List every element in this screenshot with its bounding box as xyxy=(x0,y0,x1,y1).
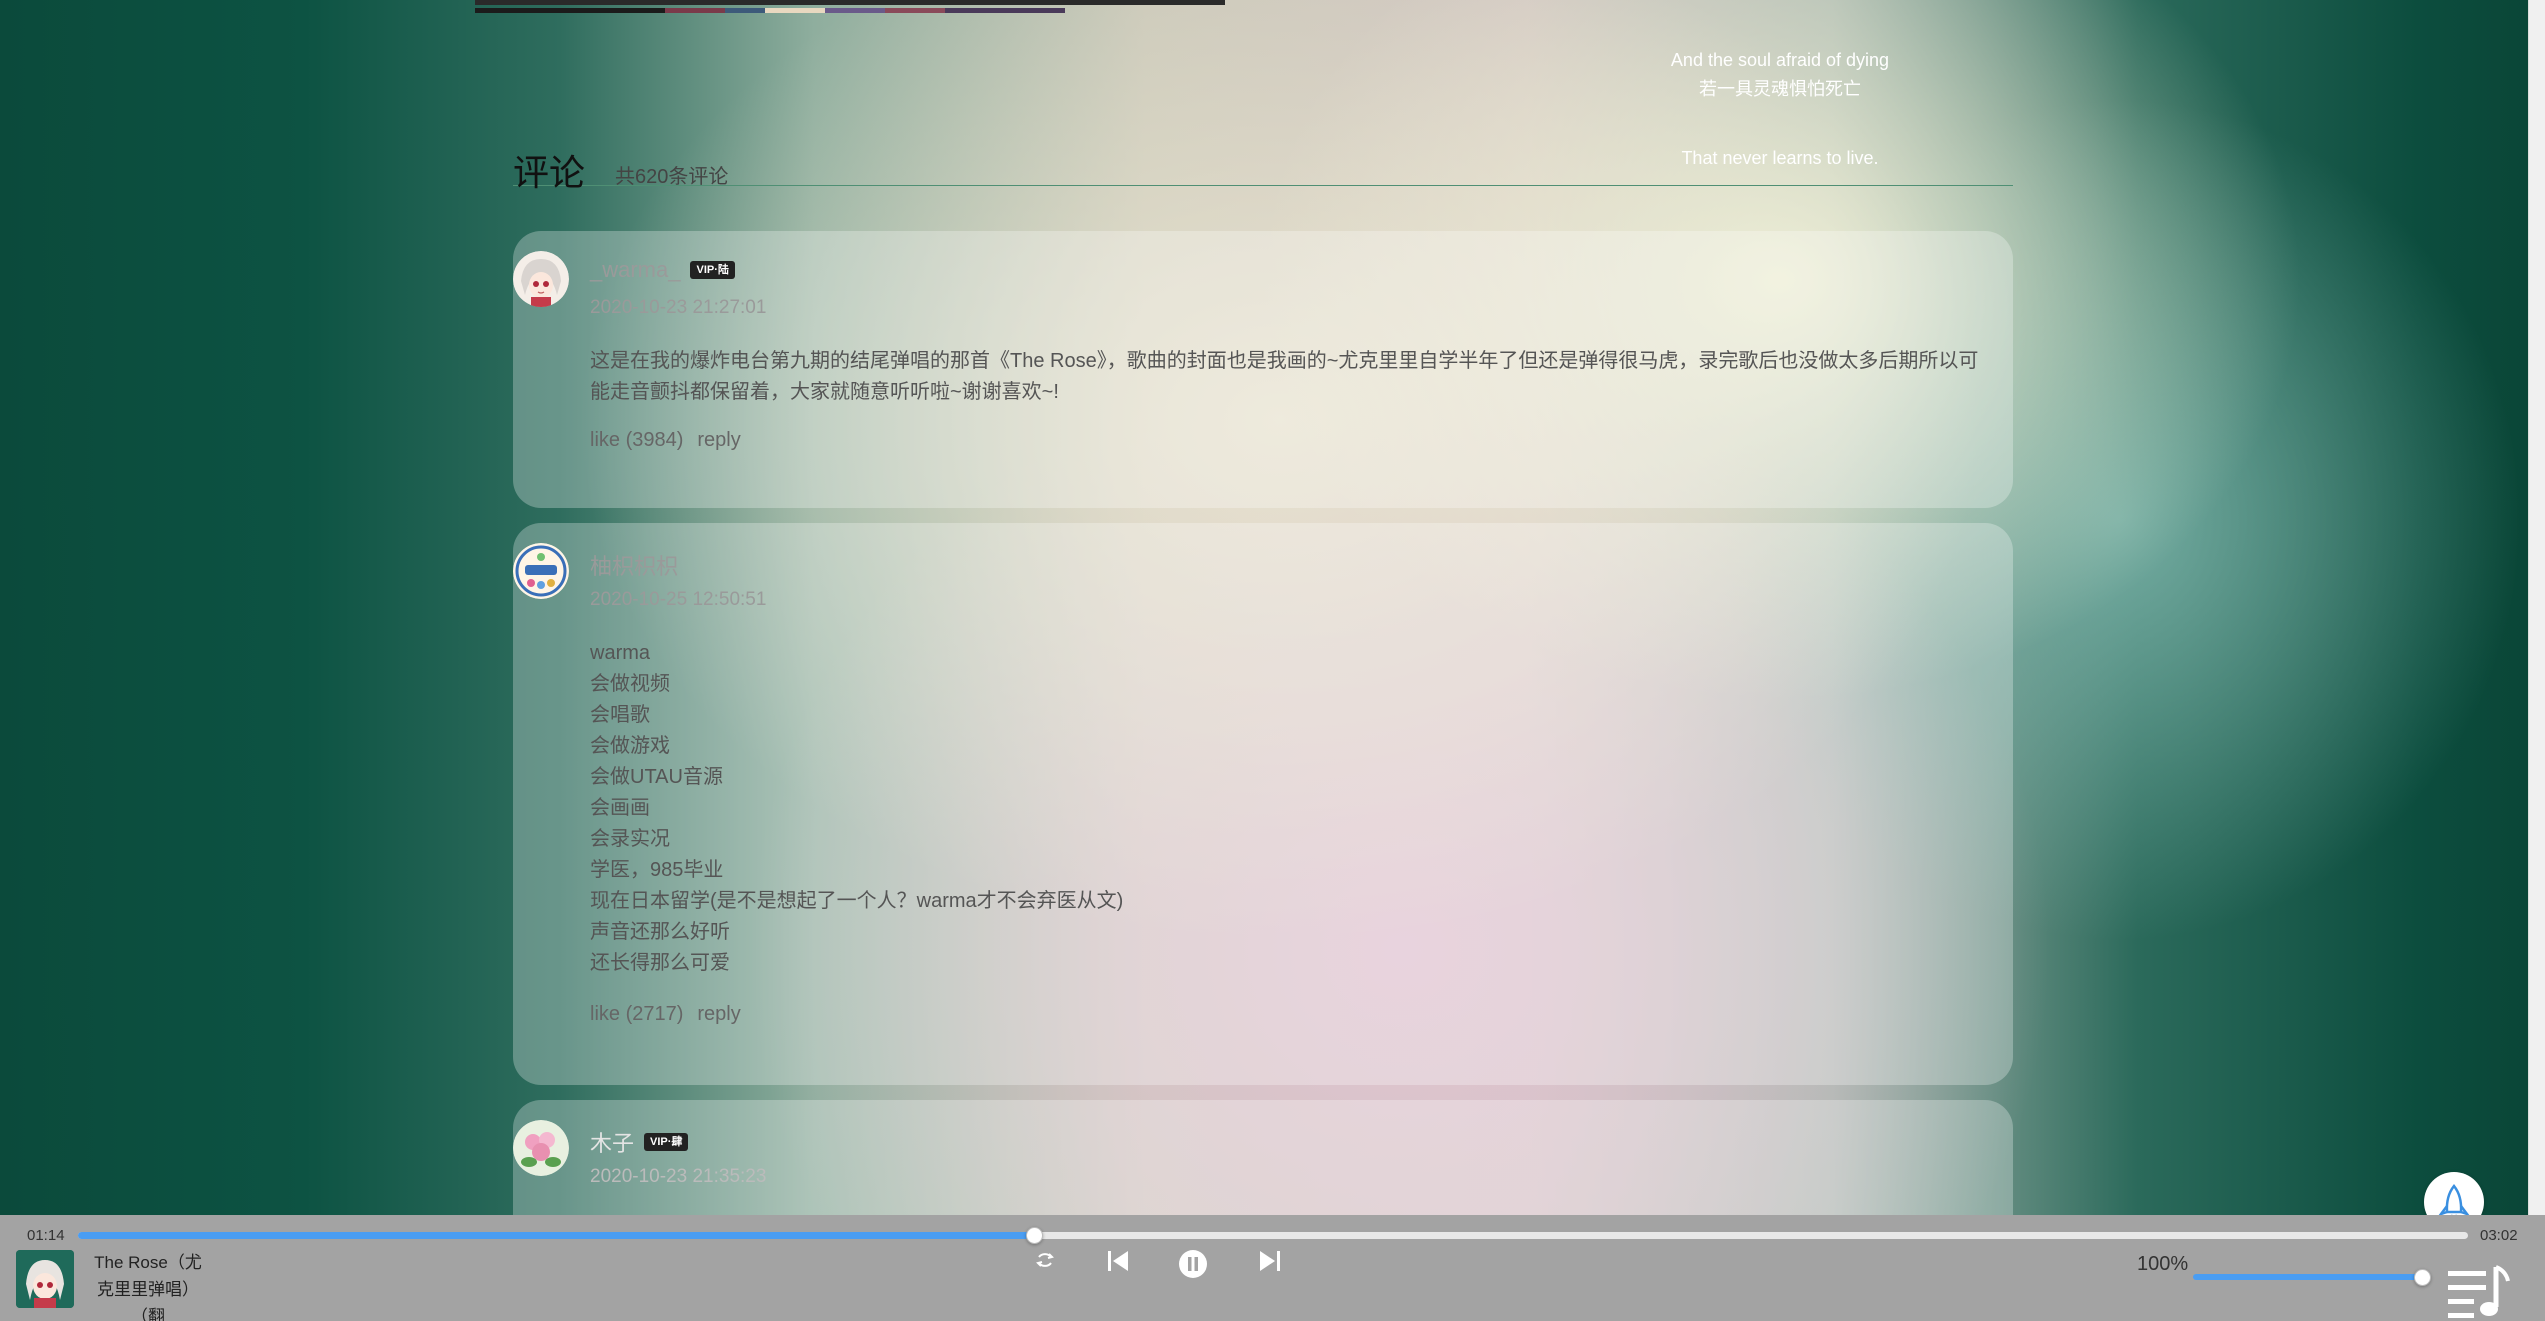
playlist-icon xyxy=(2448,1265,2510,1318)
player-bar: 01:14 03:02 The Rose（尤克里里弹唱）（翻 100% xyxy=(0,1215,2545,1321)
comment-card: 柚枳枳枳 2020-10-25 12:50:51 warma 会做视频会唱歌会做游… xyxy=(513,523,2013,1085)
volume-handle[interactable] xyxy=(2414,1269,2431,1286)
reply-button[interactable]: reply xyxy=(697,429,740,452)
like-button[interactable]: like (3984) xyxy=(590,429,683,452)
comment-username[interactable]: 木子 VIP·肆 xyxy=(590,1126,689,1158)
comment-username[interactable]: _warma_ VIP·陆 xyxy=(590,257,735,283)
cover-strip xyxy=(475,0,1225,13)
comment-line: 声音还那么好听 xyxy=(590,921,730,943)
avatar[interactable] xyxy=(513,251,569,307)
comment-line: 会做游戏 xyxy=(590,735,670,757)
comment-line: 会录实况 xyxy=(590,828,670,850)
comment-line: 会做UTAU音源 xyxy=(590,766,723,788)
like-button[interactable]: like (2717) xyxy=(590,1003,683,1026)
comment-text: warma 会做视频会唱歌会做游戏会做UTAU音源 会画画会录实况学医，985毕业现… xyxy=(590,638,1990,979)
page-scrollbar[interactable] xyxy=(2528,0,2545,1215)
comment-line: 现在日本留学(是不是想起了一个人？warma才不会弃医从文) xyxy=(590,890,1124,912)
comment-card: _warma_ VIP·陆 2020-10-23 21:27:01 这是在我的爆… xyxy=(513,231,2013,508)
playlist-button[interactable] xyxy=(2446,1265,2510,1321)
comments-count: 共620条评论 xyxy=(615,166,729,188)
comments-title: 评论 xyxy=(513,152,586,193)
lyric-line-en: And the soul afraid of dying xyxy=(1670,50,1890,70)
pause-button[interactable] xyxy=(1178,1249,1208,1284)
volume-label: 100% xyxy=(2137,1253,2189,1275)
comment-date: 2020-10-23 21:35:23 xyxy=(590,1166,767,1187)
avatar[interactable] xyxy=(513,1120,569,1176)
comment-line: 会画画 xyxy=(590,797,650,819)
progress-slider[interactable] xyxy=(78,1227,2468,1244)
lyric-line-zh: 若一具灵魂惧怕死亡 xyxy=(1699,79,1861,99)
progress-fill xyxy=(78,1232,1034,1239)
comment-actions: like (3984) reply xyxy=(590,429,741,452)
comment-actions: like (2717) reply xyxy=(590,1003,741,1026)
avatar[interactable] xyxy=(513,543,569,599)
loop-icon xyxy=(1036,1253,1054,1267)
comment-date: 2020-10-23 21:27:01 xyxy=(590,297,767,318)
comment-username[interactable]: 柚枳枳枳 xyxy=(590,549,678,581)
reply-button[interactable]: reply xyxy=(697,1003,740,1026)
total-time: 03:02 xyxy=(2480,1227,2518,1244)
comment-line: 会做视频 xyxy=(590,673,670,695)
comment-card: 木子 VIP·肆 2020-10-23 21:35:23 xyxy=(513,1100,2013,1215)
comment-text: 这是在我的爆炸电台第九期的结尾弹唱的那首《The Rose》，歌曲的封面也是我画… xyxy=(590,350,1979,403)
comment-line: warma xyxy=(590,642,651,664)
vip-badge: VIP·肆 xyxy=(644,1133,689,1151)
vip-badge: VIP·陆 xyxy=(690,261,735,279)
comment-line: 还长得那么可爱 xyxy=(590,952,730,974)
comment-line: 会唱歌 xyxy=(590,704,650,726)
now-playing-title: The Rose（尤克里里弹唱）（翻 xyxy=(94,1253,202,1321)
pause-icon xyxy=(1179,1250,1207,1278)
volume-slider[interactable] xyxy=(2193,1269,2431,1286)
next-button[interactable] xyxy=(1257,1248,1283,1279)
previous-button[interactable] xyxy=(1105,1248,1131,1279)
skip-previous-icon xyxy=(1108,1251,1128,1271)
comments-header: 评论 共620条评论 xyxy=(513,140,2013,193)
now-playing-cover[interactable] xyxy=(16,1250,74,1308)
skip-next-icon xyxy=(1260,1251,1280,1271)
comment-line: 学医，985毕业 xyxy=(590,859,724,881)
comment-date: 2020-10-25 12:50:51 xyxy=(590,589,767,610)
progress-handle[interactable] xyxy=(1026,1227,1043,1244)
loop-button[interactable] xyxy=(1033,1248,1057,1277)
current-time: 01:14 xyxy=(27,1227,65,1244)
